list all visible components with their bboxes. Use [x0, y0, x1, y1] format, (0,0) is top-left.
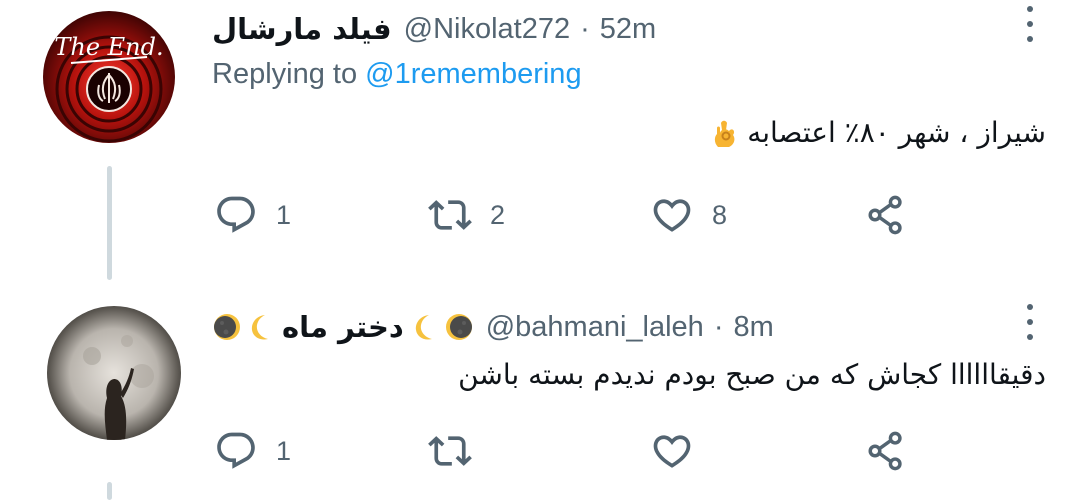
- user-handle[interactable]: @Nikolat272: [404, 13, 570, 46]
- share-button[interactable]: [864, 426, 908, 476]
- tweet-text-content: دقیقاااااا کجاش که من صبح بودم ندیدم بست…: [458, 358, 1046, 391]
- share-icon: [864, 193, 908, 237]
- avatar[interactable]: The End.: [43, 11, 175, 143]
- retweet-icon: [428, 193, 472, 237]
- heart-icon: [650, 429, 694, 473]
- share-button[interactable]: [864, 190, 908, 240]
- avatar-logo-text: The End.: [54, 33, 163, 61]
- tweet-text-content: شیراز ، شهر ۸۰٪ اعتصابه: [747, 116, 1046, 149]
- retweet-button[interactable]: [428, 426, 490, 476]
- crescent-moon-icon: [410, 312, 440, 342]
- dark-moon-icon: [212, 312, 242, 342]
- reply-icon: [214, 193, 258, 237]
- tweet-text: شیراز ، شهر ۸۰٪ اعتصابه: [712, 116, 1046, 149]
- replying-mention-link[interactable]: @1remembering: [365, 58, 581, 90]
- timestamp[interactable]: 52m: [600, 13, 656, 46]
- retweet-button[interactable]: 2: [428, 190, 505, 240]
- more-icon[interactable]: [1024, 304, 1036, 340]
- replying-label: Replying to: [212, 58, 358, 90]
- heart-icon: [650, 193, 694, 237]
- timestamp[interactable]: 8m: [734, 311, 774, 344]
- ok-hand-emoji: [712, 119, 738, 149]
- avatar[interactable]: [47, 306, 181, 440]
- tweet-header: دختر ماه @bahmani_laleh · 8m: [212, 306, 774, 348]
- tweet[interactable]: The End. فیلد مارشال @Nikolat272 · 52m R…: [0, 0, 1080, 280]
- retweet-count: 2: [490, 199, 506, 230]
- tweet[interactable]: دختر ماه @bahmani_laleh · 8m دقیقاااااا …: [0, 280, 1080, 500]
- share-icon: [864, 429, 908, 473]
- more-icon[interactable]: [1024, 6, 1036, 42]
- user-handle[interactable]: @bahmani_laleh: [486, 311, 704, 344]
- separator-dot: ·: [580, 12, 590, 45]
- dark-moon-icon: [444, 312, 474, 342]
- reply-count: 1: [276, 199, 292, 230]
- retweet-icon: [428, 429, 472, 473]
- action-bar: 1: [214, 426, 914, 476]
- reply-button[interactable]: 1: [214, 190, 291, 240]
- separator-dot: ·: [713, 310, 724, 343]
- crescent-moon-icon: [246, 312, 276, 342]
- tweet-text: دقیقاااااا کجاش که من صبح بودم ندیدم بست…: [458, 358, 1046, 391]
- reply-count: 1: [276, 435, 292, 466]
- reply-button[interactable]: 1: [214, 426, 291, 476]
- like-button[interactable]: 8: [650, 190, 727, 240]
- action-bar: 1 2 8: [214, 190, 914, 240]
- display-name[interactable]: دختر ماه: [282, 310, 404, 344]
- reply-icon: [214, 429, 258, 473]
- display-name[interactable]: فیلد مارشال: [212, 12, 392, 46]
- like-button[interactable]: [650, 426, 712, 476]
- like-count: 8: [712, 199, 728, 230]
- tweet-header: فیلد مارشال @Nikolat272 · 52m: [212, 8, 656, 50]
- replying-to-line: Replying to @1remembering: [212, 58, 582, 91]
